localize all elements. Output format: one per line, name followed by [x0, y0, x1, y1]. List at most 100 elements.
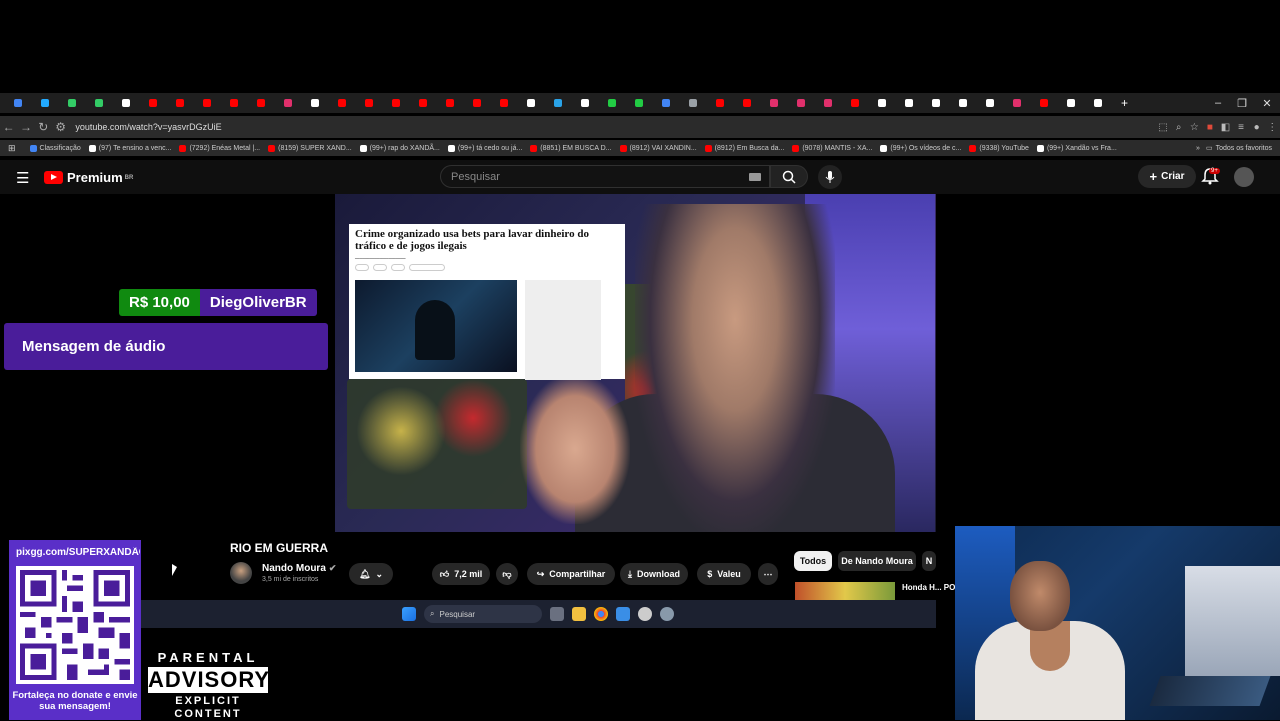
browser-tab[interactable]	[328, 93, 355, 113]
file-explorer-icon[interactable]	[572, 607, 586, 621]
browser-tab[interactable]	[31, 93, 58, 113]
bookmark-item[interactable]: (8912) VAI XANDIN...	[619, 144, 697, 152]
browser-tab[interactable]	[868, 93, 895, 113]
extensions-puzzle-icon[interactable]: ◧	[1218, 116, 1234, 138]
like-button[interactable]: 👍︎ 7,2 mil	[432, 563, 490, 585]
voice-search-button[interactable]	[818, 165, 842, 189]
new-tab-button[interactable]: +	[1111, 93, 1138, 113]
site-info-icon[interactable]: ⚙	[52, 116, 69, 138]
bookmark-item[interactable]: (99+) Os vídeos de c...	[880, 144, 961, 152]
browser-tab[interactable]	[733, 93, 760, 113]
bookmark-item[interactable]: (99+) Xandão vs Fra...	[1036, 144, 1117, 152]
bookmark-star-icon[interactable]: ☆	[1187, 116, 1203, 138]
browser-tab[interactable]	[949, 93, 976, 113]
browser-tab[interactable]	[247, 93, 274, 113]
browser-tab[interactable]	[652, 93, 679, 113]
browser-tab[interactable]	[679, 93, 706, 113]
back-icon[interactable]: ←	[0, 116, 17, 138]
chrome-icon[interactable]	[594, 607, 608, 621]
youtube-logo[interactable]: Premium BR	[44, 170, 133, 185]
obs-icon[interactable]	[638, 607, 652, 621]
browser-tab[interactable]	[4, 93, 31, 113]
browser-tab[interactable]	[436, 93, 463, 113]
browser-tab[interactable]	[625, 93, 652, 113]
account-avatar[interactable]	[1234, 167, 1254, 187]
browser-tab[interactable]	[1030, 93, 1057, 113]
browser-tab[interactable]	[976, 93, 1003, 113]
browser-tab[interactable]	[274, 93, 301, 113]
bookmark-item[interactable]: (9338) YouTube	[969, 144, 1029, 152]
task-view-icon[interactable]	[550, 607, 564, 621]
video-player[interactable]: Crime organizado usa bets para lavar din…	[335, 194, 936, 532]
channel-avatar[interactable]	[230, 562, 252, 584]
windows-start-icon[interactable]	[402, 607, 416, 621]
browser-tab[interactable]	[787, 93, 814, 113]
browser-tab[interactable]	[166, 93, 193, 113]
reload-icon[interactable]: ↻	[35, 116, 52, 138]
download-button[interactable]: ⤓ Download	[620, 563, 688, 585]
bookmark-item[interactable]: (97) Te ensino a venc...	[88, 144, 171, 152]
forward-icon[interactable]: →	[17, 116, 34, 138]
bookmark-item[interactable]: (99+) tá cedo ou já...	[447, 144, 522, 152]
url-field[interactable]: youtube.com/watch?v=yasvrDGzUiE	[75, 118, 1156, 136]
search-button[interactable]	[770, 165, 808, 188]
chip-all[interactable]: Todos	[794, 551, 832, 571]
media-icon[interactable]: ≡	[1233, 116, 1249, 138]
profile-icon[interactable]: ●	[1249, 116, 1265, 138]
extension-icon[interactable]: ■	[1202, 116, 1218, 138]
bookmark-item[interactable]: (7292) Enéas Metal |...	[179, 144, 260, 152]
hamburger-menu-icon[interactable]: ☰	[16, 169, 29, 187]
taskbar-search[interactable]: ⌕ Pesquisar	[424, 605, 542, 623]
bookmark-item[interactable]: Classificação	[29, 144, 81, 152]
browser-tab[interactable]	[1057, 93, 1084, 113]
browser-tab[interactable]	[760, 93, 787, 113]
browser-tab[interactable]	[571, 93, 598, 113]
browser-tab[interactable]	[1084, 93, 1111, 113]
browser-tab[interactable]	[922, 93, 949, 113]
install-icon[interactable]: ⬚	[1155, 116, 1171, 138]
browser-tab[interactable]	[301, 93, 328, 113]
more-bookmarks-icon[interactable]: »	[1196, 145, 1200, 152]
bookmark-item[interactable]: (9078) MANTIS - XA...	[792, 144, 872, 152]
create-button[interactable]: + Criar	[1138, 165, 1196, 188]
apps-grid-icon[interactable]: ⊞	[8, 143, 16, 154]
settings-icon[interactable]	[660, 607, 674, 621]
browser-tab[interactable]	[382, 93, 409, 113]
chip-from-channel[interactable]: De Nando Moura	[838, 551, 916, 571]
zoom-icon[interactable]: ⌕	[1171, 116, 1187, 138]
bookmark-item[interactable]: (8912) Em Busca da...	[704, 144, 784, 152]
browser-tab[interactable]	[139, 93, 166, 113]
dislike-button[interactable]: 👎︎	[496, 563, 518, 585]
bookmark-item[interactable]: (8159) SUPER XAND...	[268, 144, 352, 152]
browser-tab[interactable]	[220, 93, 247, 113]
browser-tab[interactable]	[814, 93, 841, 113]
browser-tab[interactable]	[517, 93, 544, 113]
browser-tab[interactable]	[193, 93, 220, 113]
bookmark-item[interactable]: (99+) rap do XANDÃ...	[359, 144, 440, 152]
browser-tab[interactable]	[490, 93, 517, 113]
browser-tab[interactable]	[355, 93, 382, 113]
share-button[interactable]: ↪ Compartilhar	[527, 563, 615, 585]
subscribed-notifications-button[interactable]: 🔔︎ ⌄	[349, 563, 393, 585]
keyboard-icon[interactable]	[749, 172, 761, 181]
browser-tab[interactable]	[1003, 93, 1030, 113]
browser-tab[interactable]	[112, 93, 139, 113]
browser-tab[interactable]	[706, 93, 733, 113]
browser-tab[interactable]	[463, 93, 490, 113]
more-actions-button[interactable]: ⋯	[758, 563, 778, 585]
channel-name[interactable]: Nando Moura ✔	[262, 563, 336, 574]
browser-tab[interactable]	[409, 93, 436, 113]
browser-tab[interactable]	[58, 93, 85, 113]
bookmark-item[interactable]: (8851) EM BUSCA D...	[530, 144, 612, 152]
search-input[interactable]: Pesquisar	[440, 165, 770, 188]
all-favorites-folder[interactable]: ▭ Todos os favoritos	[1206, 144, 1272, 153]
menu-icon[interactable]: ⋮	[1264, 116, 1280, 138]
browser-tab[interactable]	[895, 93, 922, 113]
browser-tab[interactable]	[544, 93, 571, 113]
app-icon[interactable]	[616, 607, 630, 621]
thanks-button[interactable]: $ Valeu	[697, 563, 751, 585]
browser-tab[interactable]	[841, 93, 868, 113]
browser-tab[interactable]	[85, 93, 112, 113]
chip-next[interactable]: N	[922, 551, 936, 571]
browser-tab[interactable]	[598, 93, 625, 113]
